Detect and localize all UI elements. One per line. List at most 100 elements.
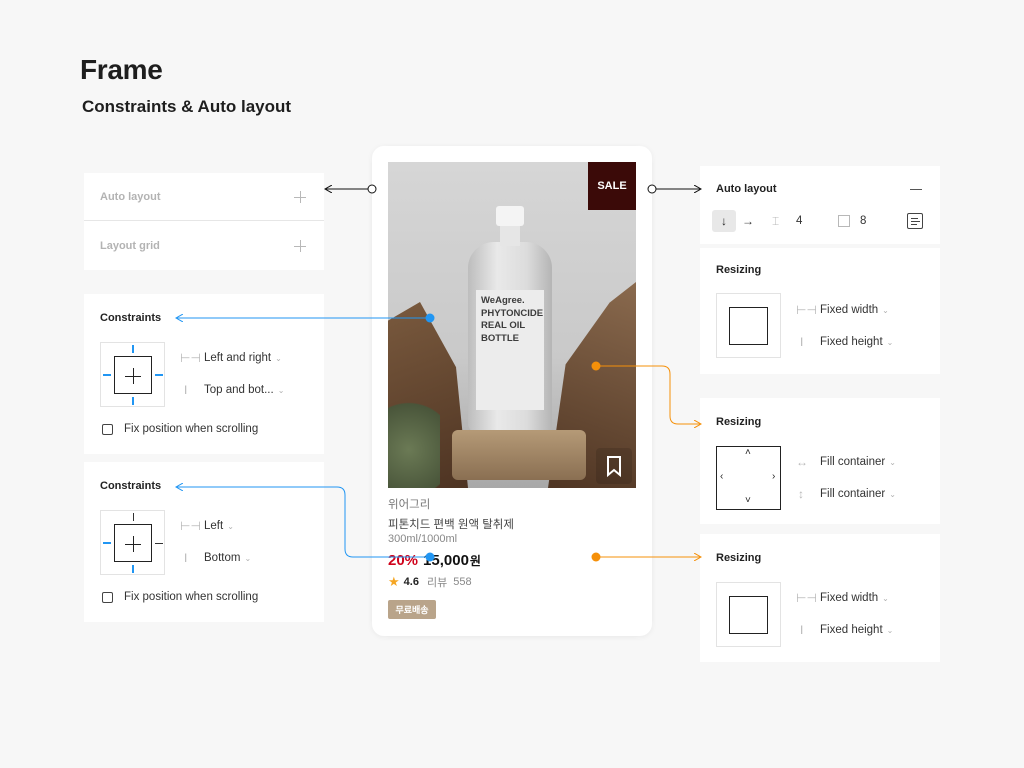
resizing-panel-3: Resizing ⊢⊣ Fixed width ⌄ I Fixed height…	[700, 534, 940, 662]
resizing-title: Resizing	[716, 264, 762, 276]
page-subtitle: Constraints & Auto layout	[82, 97, 292, 116]
bookmark-icon	[607, 456, 621, 478]
resizing-panel-1: Resizing ⊢⊣ Fixed width ⌄ I Fixed height…	[700, 248, 940, 374]
chevron-left-icon: ‹	[720, 471, 724, 482]
chevron-right-icon: ›	[772, 471, 776, 482]
resizing-widget[interactable]	[716, 582, 781, 647]
constraint-top-handle[interactable]	[132, 345, 134, 353]
layout-grid-row[interactable]: Layout grid	[84, 222, 324, 270]
chevron-down-icon: ⌄	[227, 521, 234, 531]
auto-layout-panel: Auto layout ↓ → ⌶ 4 8	[700, 166, 940, 244]
height-resize-select[interactable]: I Fixed height ⌄	[796, 623, 893, 637]
auto-layout-row[interactable]: Auto layout	[84, 173, 324, 221]
vertical-constraint-select[interactable]: I Top and bot... ⌄	[180, 383, 284, 397]
product-image[interactable]: WeAgree. PHYTONCIDE REAL OIL BOTTLE SALE	[388, 162, 636, 488]
vertical-constraint-select[interactable]: I Bottom ⌄	[180, 551, 251, 565]
fix-position-checkbox[interactable]	[102, 592, 113, 603]
width-mode: Fill container	[820, 456, 886, 468]
fix-position-label: Fix position when scrolling	[124, 591, 259, 603]
vertical-constraint-icon: I	[184, 551, 188, 565]
constraint-bottom-handle[interactable]	[132, 565, 134, 573]
resizing-title: Resizing	[716, 552, 762, 564]
width-resize-select[interactable]: ⊢⊣ Fixed width ⌄	[796, 591, 889, 605]
rating-row: ★ 4.6 리뷰 558	[388, 574, 472, 590]
free-shipping-badge: 무료배송	[388, 600, 436, 619]
width-icon: ⊢⊣	[796, 591, 817, 605]
chevron-up-icon: ˄	[745, 447, 751, 458]
constraints-title: Constraints	[100, 312, 162, 324]
vertical-constraint-icon: I	[184, 383, 188, 397]
padding-value[interactable]: 8	[860, 215, 866, 227]
product-volume: 300ml/1000ml	[388, 533, 458, 545]
constraint-widget[interactable]	[100, 342, 165, 407]
chevron-down-icon: ⌄	[882, 305, 889, 315]
height-resize-select[interactable]: I Fixed height ⌄	[796, 335, 893, 349]
constraint-frame-box	[114, 524, 152, 562]
grass	[388, 392, 440, 488]
add-auto-layout-icon[interactable]	[294, 191, 306, 203]
rating-value: 4.6	[403, 576, 419, 588]
product-name: 피톤치드 편백 원액 탈취제	[388, 519, 514, 531]
constraint-frame-box	[114, 356, 152, 394]
auto-layout-connector-right	[647, 184, 701, 194]
add-layout-grid-icon[interactable]	[294, 240, 306, 252]
chevron-down-icon: ⌄	[886, 337, 894, 347]
height-fill-icon: ↕	[798, 487, 804, 501]
constraint-right-handle[interactable]	[155, 542, 163, 544]
constraint-widget[interactable]	[100, 510, 165, 575]
resizing-widget[interactable]	[716, 293, 781, 358]
vertical-constraint-value: Bottom	[204, 552, 241, 564]
alignment-icon[interactable]	[907, 213, 923, 229]
product-brand: 위어그리	[388, 499, 431, 511]
horizontal-constraint-icon: ⊢⊣	[180, 519, 201, 533]
constraints-panel-1: Constraints ⊢⊣ Left and right ⌄ I Top an…	[84, 294, 324, 454]
width-mode: Fixed width	[820, 592, 879, 604]
spacing-icon: ⌶	[772, 214, 780, 228]
fix-position-checkbox[interactable]	[102, 424, 113, 435]
constraint-bottom-handle[interactable]	[132, 397, 134, 405]
chevron-down-icon: ⌄	[275, 353, 282, 363]
horizontal-constraint-select[interactable]: ⊢⊣ Left ⌄	[180, 519, 234, 533]
constraint-left-handle[interactable]	[103, 374, 111, 376]
vertical-direction-button[interactable]: ↓	[712, 210, 736, 232]
constraints-title: Constraints	[100, 480, 162, 492]
constraint-left-handle[interactable]	[103, 542, 111, 544]
height-icon: I	[800, 335, 804, 349]
constraint-top-handle[interactable]	[132, 513, 134, 521]
bottle-cap	[496, 206, 524, 226]
width-resize-select[interactable]: ⊢⊣ Fixed width ⌄	[796, 303, 889, 317]
discount-rate: 20%	[388, 552, 419, 569]
horizontal-constraint-select[interactable]: ⊢⊣ Left and right ⌄	[180, 351, 282, 365]
bottle-label-text: WeAgree. PHYTONCIDE REAL OIL BOTTLE	[481, 295, 544, 344]
review-count: 558	[453, 576, 472, 588]
remove-auto-layout-icon[interactable]	[910, 189, 922, 190]
currency: 원	[469, 554, 481, 568]
width-resize-select[interactable]: ↔ Fill container ⌄	[796, 455, 896, 469]
height-icon: I	[800, 623, 804, 637]
height-resize-select[interactable]: ↕ Fill container ⌄	[796, 487, 896, 501]
review-label: 리뷰	[426, 577, 448, 589]
chevron-down-icon: ˅	[745, 495, 751, 506]
chevron-down-icon: ⌄	[882, 593, 889, 603]
sale-badge: SALE	[588, 162, 636, 210]
horizontal-constraint-value: Left and right	[204, 352, 272, 364]
horizontal-constraint-icon: ⊢⊣	[180, 351, 201, 365]
height-mode: Fixed height	[820, 624, 883, 636]
constraint-right-handle[interactable]	[155, 374, 163, 376]
spacing-value[interactable]: 4	[796, 215, 802, 227]
star-icon: ★	[388, 574, 400, 589]
width-icon: ⊢⊣	[796, 303, 817, 317]
auto-layout-title: Auto layout	[716, 183, 777, 195]
resizing-title: Resizing	[716, 416, 762, 428]
padding-icon	[838, 215, 850, 227]
chevron-down-icon: ⌄	[889, 489, 896, 499]
horizontal-direction-button[interactable]: →	[736, 210, 760, 232]
width-fill-icon: ↔	[796, 455, 808, 469]
auto-layout-connector-left	[325, 184, 377, 194]
resizing-widget[interactable]: ˄ ˅ ‹ ›	[716, 446, 781, 510]
frame-properties-panel: Auto layout Layout grid	[84, 173, 324, 270]
height-mode: Fixed height	[820, 336, 883, 348]
chevron-down-icon: ⌄	[244, 553, 252, 563]
bookmark-button[interactable]	[596, 448, 632, 484]
resizing-panel-2: Resizing ˄ ˅ ‹ › ↔ Fill container ⌄ ↕ Fi…	[700, 398, 940, 524]
